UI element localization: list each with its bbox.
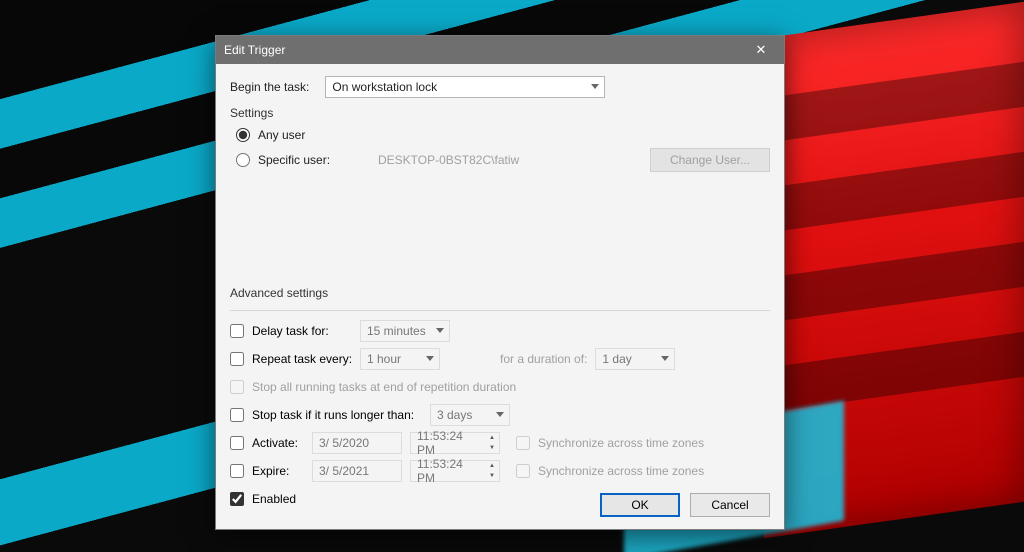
specific-user-radio[interactable] xyxy=(236,153,250,167)
ok-button[interactable]: OK xyxy=(600,493,680,517)
expire-time: 11:53:24 PM xyxy=(417,457,483,485)
stop-if-value: 3 days xyxy=(437,408,472,422)
repeat-checkbox[interactable] xyxy=(230,352,244,366)
stop-if-checkbox[interactable] xyxy=(230,408,244,422)
expire-sync-checkbox xyxy=(516,464,530,478)
divider xyxy=(230,310,770,311)
chevron-down-icon xyxy=(426,356,434,361)
titlebar[interactable]: Edit Trigger ✕ xyxy=(216,36,784,64)
chevron-down-icon xyxy=(496,412,504,417)
cancel-button[interactable]: Cancel xyxy=(690,493,770,517)
specific-user-label: Specific user: xyxy=(258,153,346,167)
delay-label: Delay task for: xyxy=(252,324,360,338)
begin-task-combo[interactable]: On workstation lock xyxy=(325,76,605,98)
expire-date-field: 3/ 5/2021 xyxy=(312,460,402,482)
begin-task-value: On workstation lock xyxy=(332,80,437,94)
stop-all-checkbox xyxy=(230,380,244,394)
delay-checkbox[interactable] xyxy=(230,324,244,338)
duration-value: 1 day xyxy=(602,352,631,366)
repeat-combo: 1 hour xyxy=(360,348,440,370)
repeat-label: Repeat task every: xyxy=(252,352,360,366)
specific-user-value: DESKTOP-0BST82C\fatiw xyxy=(378,153,578,167)
delay-value: 15 minutes xyxy=(367,324,426,338)
stop-all-label: Stop all running tasks at end of repetit… xyxy=(252,380,516,394)
edit-trigger-dialog: Edit Trigger ✕ Begin the task: On workst… xyxy=(215,35,785,530)
duration-label: for a duration of: xyxy=(500,352,587,366)
close-icon[interactable]: ✕ xyxy=(746,40,776,60)
window-title: Edit Trigger xyxy=(224,43,746,57)
stop-if-combo: 3 days xyxy=(430,404,510,426)
chevron-down-icon xyxy=(661,356,669,361)
activate-label: Activate: xyxy=(252,436,312,450)
delay-combo: 15 minutes xyxy=(360,320,450,342)
expire-checkbox[interactable] xyxy=(230,464,244,478)
expire-sync-label: Synchronize across time zones xyxy=(538,464,704,478)
activate-time: 11:53:24 PM xyxy=(417,429,483,457)
repeat-value: 1 hour xyxy=(367,352,401,366)
chevron-down-icon xyxy=(591,84,599,89)
advanced-legend: Advanced settings xyxy=(230,286,770,300)
activate-date-field: 3/ 5/2020 xyxy=(312,432,402,454)
activate-sync-checkbox xyxy=(516,436,530,450)
enabled-label: Enabled xyxy=(252,492,296,506)
any-user-label: Any user xyxy=(258,128,305,142)
duration-combo: 1 day xyxy=(595,348,675,370)
expire-label: Expire: xyxy=(252,464,312,478)
desktop-background: Edit Trigger ✕ Begin the task: On workst… xyxy=(0,0,1024,552)
expire-date: 3/ 5/2021 xyxy=(319,464,369,478)
stop-if-label: Stop task if it runs longer than: xyxy=(252,408,430,422)
settings-legend: Settings xyxy=(230,106,770,120)
activate-date: 3/ 5/2020 xyxy=(319,436,369,450)
change-user-button: Change User... xyxy=(650,148,770,172)
any-user-radio[interactable] xyxy=(236,128,250,142)
activate-sync-label: Synchronize across time zones xyxy=(538,436,704,450)
activate-checkbox[interactable] xyxy=(230,436,244,450)
chevron-down-icon xyxy=(436,328,444,333)
expire-time-field: 11:53:24 PM xyxy=(410,460,500,482)
enabled-checkbox[interactable] xyxy=(230,492,244,506)
any-user-option[interactable]: Any user xyxy=(236,128,770,142)
begin-task-label: Begin the task: xyxy=(230,80,309,94)
activate-time-field: 11:53:24 PM xyxy=(410,432,500,454)
